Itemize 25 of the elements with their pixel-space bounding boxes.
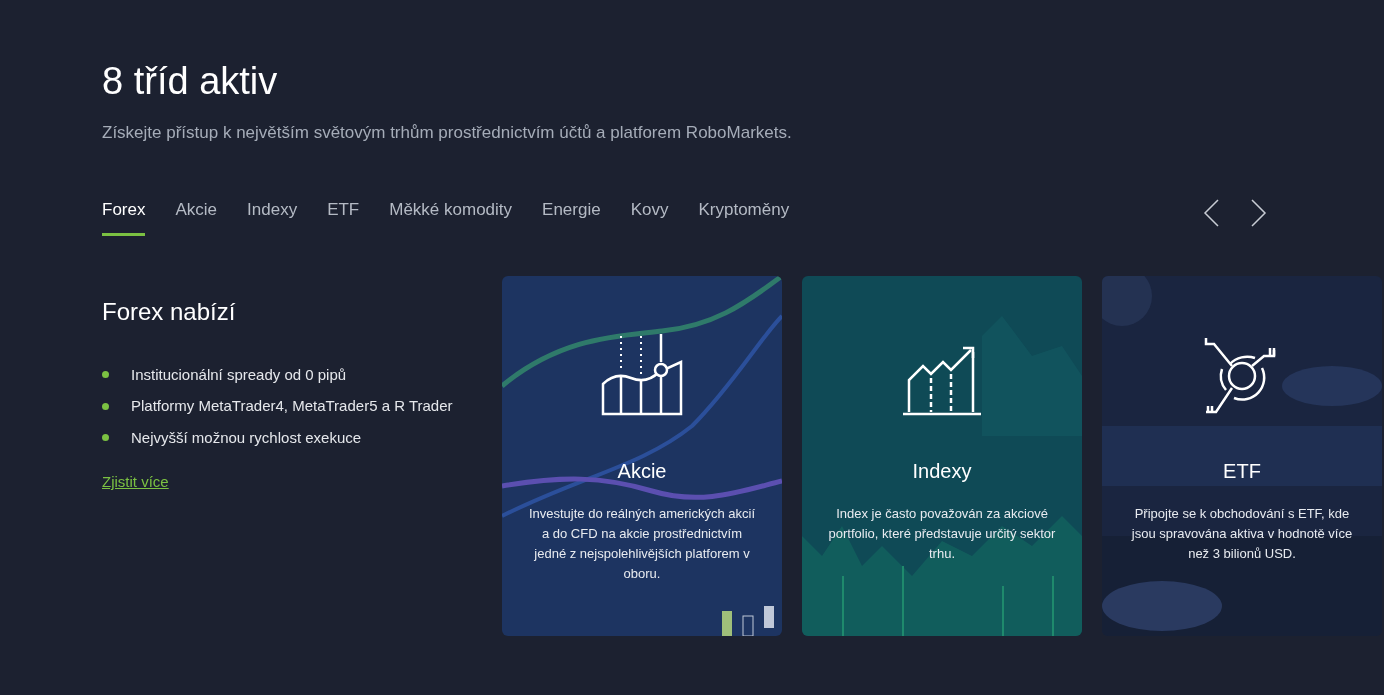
card-title: Indexy [912,458,972,484]
asset-card[interactable]: Akcie Investujte do reálných amerických akcií a do CFD na akcie prostřednictvím jedné z nejspolehlivějších platforem v oboru. [502,275,782,636]
card-title: Akcie [617,458,667,484]
card-title: ETF [1223,458,1261,484]
asset-card[interactable]: ETF Připojte se k obchodování s ETF, kde jsou spravována aktiva v hodnotě více než 3 bilionů USD. [1102,275,1382,636]
feature-text: Nejvyšší možnou rychlost exekuce [131,427,362,448]
card-description: Index je často považován za akciové portfolio, které představuje určitý sektor trhu. [828,504,1056,563]
tab[interactable]: Forex [102,197,146,236]
section-title: Forex nabízí [102,296,237,327]
tab[interactable]: Kryptoměny [698,197,790,236]
tab[interactable]: Měkké komodity [389,197,513,236]
tab[interactable]: ETF [327,197,360,236]
tab[interactable]: Akcie [175,197,218,236]
card-description: Připojte se k obchodování s ETF, kde jsou spravována aktiva v hodnotě více než 3 bilionů USD. [1130,504,1354,563]
page-title: 8 tříd aktiv [102,59,279,104]
tab[interactable]: Energie [542,197,601,236]
page-subtitle: Získejte přístup k největším světovým trhům prostřednictvím účtů a platforem RoboMarkets. [102,121,793,144]
tab[interactable]: Indexy [247,197,298,236]
asset-card[interactable]: Indexy Index je často považován za akciové portfolio, které představuje určitý sektor trhu. [802,275,1082,636]
tab[interactable]: Kovy [630,197,669,236]
card-description: Investujte do reálných amerických akcií a do CFD na akcie prostřednictvím jedné z nejspolehlivějších platforem v oboru. [528,504,756,583]
area-chart-icon [601,333,683,416]
feature-text: Platformy MetaTrader4, MetaTrader5 a R Trader [131,396,453,416]
feature-text: Institucionální spready od 0 pipů [131,364,347,385]
learn-more-link[interactable]: Zjistit více [102,471,169,494]
